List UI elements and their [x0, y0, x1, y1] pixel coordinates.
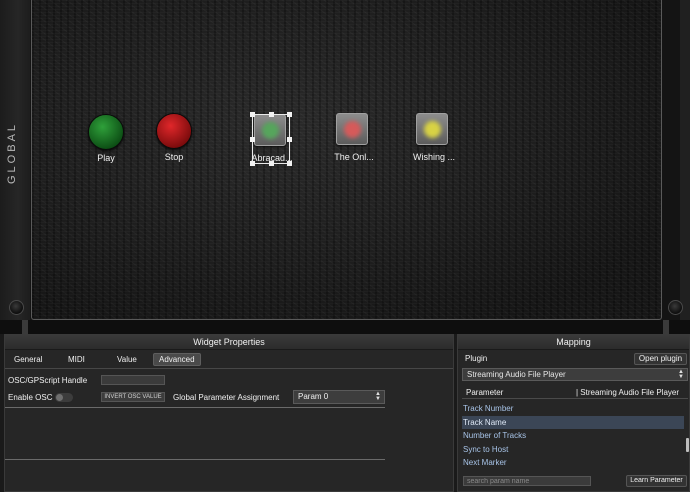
rack-post [22, 320, 28, 334]
resize-handle[interactable] [250, 161, 255, 166]
resize-handle[interactable] [250, 112, 255, 117]
mapping-title: Mapping [458, 335, 689, 350]
resize-handle[interactable] [287, 161, 292, 166]
global-panel[interactable]: Play Stop Abracad... The Onl... Wishing … [31, 0, 662, 320]
tab-midi[interactable]: MIDI [63, 353, 90, 366]
parameter-column-header: Parameter [466, 388, 504, 397]
plugin-column-header: | Streaming Audio File Player [576, 388, 680, 397]
parameter-list-header: Parameter | Streaming Audio File Player [462, 386, 688, 399]
learn-parameter-button[interactable]: Learn Parameter [626, 475, 687, 487]
tab-value[interactable]: Value [112, 353, 142, 366]
list-item[interactable]: Sync to Host [462, 443, 684, 457]
global-parameter-value: Param 0 [298, 392, 329, 401]
widget-properties-panel: Widget Properties General MIDI Value Adv… [4, 334, 454, 492]
enable-osc-toggle[interactable] [55, 393, 73, 402]
list-item[interactable]: Number of Tracks [462, 429, 684, 443]
resize-handle[interactable] [287, 137, 292, 142]
search-param-input[interactable] [463, 476, 591, 486]
list-item[interactable]: Track Number [462, 402, 684, 416]
list-item[interactable]: Next Marker [462, 456, 684, 470]
parameter-list-scrollbar[interactable] [686, 438, 689, 452]
updown-arrows-icon: ▲ ▼ [678, 369, 684, 380]
osc-handle-input[interactable] [101, 375, 165, 385]
plugin-label: Plugin [465, 354, 488, 363]
section-divider [5, 407, 385, 408]
plugin-select-value: Streaming Audio File Player [467, 370, 566, 379]
list-item-selected[interactable]: Track Name [462, 415, 684, 429]
rack-screw-icon [668, 300, 683, 315]
led-indicator [344, 121, 361, 138]
resize-handle[interactable] [269, 112, 274, 117]
rack-post [663, 320, 669, 334]
global-parameter-select[interactable]: Param 0 ▲ ▼ [293, 390, 385, 404]
song-button-3-label: Wishing ... [412, 152, 455, 162]
widget-selection-box[interactable] [250, 112, 292, 166]
global-panel-label: GLOBAL [6, 121, 18, 185]
rack-side-rail: GLOBAL [0, 0, 30, 322]
rack-screw-icon [9, 300, 24, 315]
enable-osc-label: Enable OSC [8, 393, 53, 402]
stop-label: Stop [164, 152, 184, 162]
stop-button[interactable] [156, 113, 192, 149]
invert-osc-value-button[interactable]: INVERT OSC VALUE [101, 392, 165, 402]
resize-handle[interactable] [250, 137, 255, 142]
section-divider [5, 459, 385, 460]
resize-handle[interactable] [269, 161, 274, 166]
tab-divider [5, 368, 453, 369]
play-button[interactable] [88, 114, 124, 150]
resize-handle[interactable] [287, 112, 292, 117]
rack-side-rail-right [680, 0, 690, 322]
global-parameter-assignment-label: Global Parameter Assignment [173, 393, 280, 402]
play-label: Play [97, 153, 115, 163]
widget-properties-tabs: General MIDI Value Advanced [5, 351, 453, 367]
osc-handle-label: OSC/GPScript Handle [8, 376, 88, 385]
song-button-2[interactable] [336, 113, 368, 145]
song-button-2-label: The Onl... [334, 152, 374, 162]
parameter-list[interactable]: Track Number Track Name Number of Tracks… [462, 402, 684, 470]
widget-properties-title: Widget Properties [5, 335, 453, 350]
mapping-panel: Mapping Plugin Open plugin Streaming Aud… [457, 334, 690, 492]
tab-general[interactable]: General [9, 353, 47, 366]
rack-divider [0, 320, 690, 334]
plugin-select[interactable]: Streaming Audio File Player ▲ ▼ [462, 368, 688, 381]
open-plugin-button[interactable]: Open plugin [634, 353, 687, 365]
led-indicator [424, 121, 441, 138]
song-button-3[interactable] [416, 113, 448, 145]
tab-advanced[interactable]: Advanced [153, 353, 201, 366]
updown-arrows-icon: ▲ ▼ [375, 391, 381, 402]
rackspace-area: GLOBAL Play Stop Abracad... The Onl... W… [0, 0, 690, 322]
